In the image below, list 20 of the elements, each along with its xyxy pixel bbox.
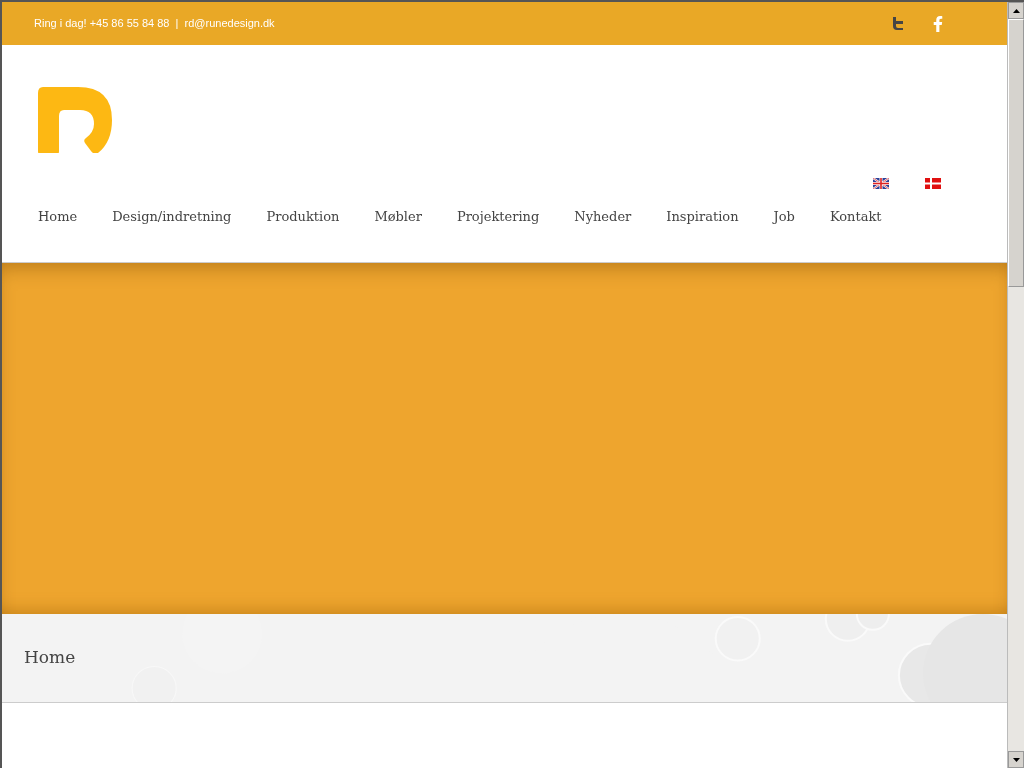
nav-link[interactable]: Kontakt xyxy=(829,207,882,227)
nav-link[interactable]: Job xyxy=(773,207,795,227)
down-arrow-icon xyxy=(1012,757,1020,762)
nav-link[interactable]: Møbler xyxy=(374,207,422,227)
scroll-up-button[interactable] xyxy=(1008,2,1024,19)
twitter-icon[interactable] xyxy=(892,16,905,31)
scrollbar[interactable] xyxy=(1007,2,1024,768)
nav-link[interactable]: Design/indretning xyxy=(112,207,232,227)
nav-link[interactable]: Home xyxy=(38,207,78,227)
nav-link[interactable]: Projektering xyxy=(456,207,540,227)
scroll-down-button[interactable] xyxy=(1008,751,1024,768)
contact-info: Ring i dag! +45 86 55 84 88 | rd@runedesign.dk xyxy=(34,16,276,32)
page-title: Home xyxy=(24,646,76,670)
nav-link[interactable]: Inspiration xyxy=(666,207,739,227)
nav-link[interactable]: Produktion xyxy=(266,207,340,227)
nav-link[interactable]: Nyheder xyxy=(574,207,632,227)
up-arrow-icon xyxy=(1012,8,1020,13)
uk-flag-icon[interactable] xyxy=(873,178,889,189)
scroll-thumb[interactable] xyxy=(1008,19,1024,287)
danish-flag-icon[interactable] xyxy=(925,178,941,189)
